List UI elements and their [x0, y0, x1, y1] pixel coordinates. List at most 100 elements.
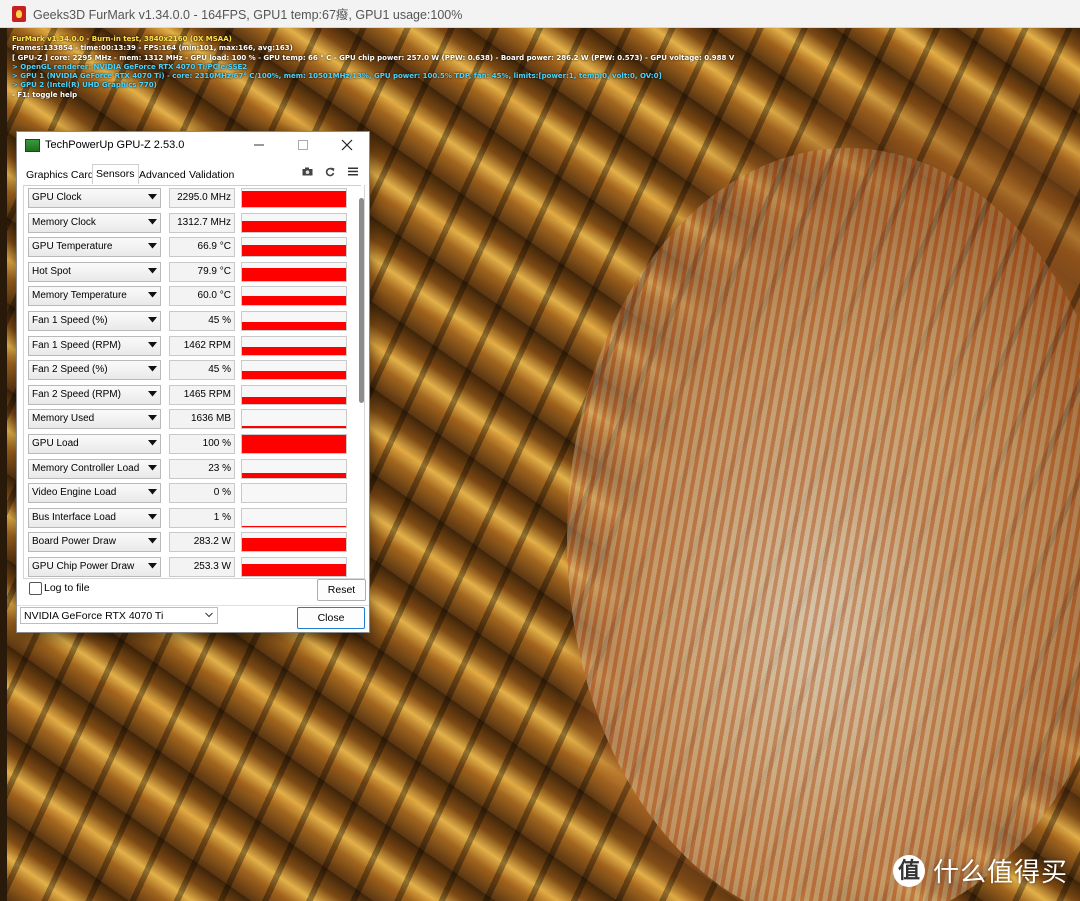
sensor-name-dropdown[interactable]: Memory Used [28, 409, 161, 430]
overlay-line: > GPU 2 (Intel(R) UHD Graphics 770) [12, 81, 157, 90]
sensor-value: 253.3 W [169, 557, 235, 577]
close-button[interactable]: Close [297, 607, 365, 629]
sensor-name: Memory Clock [32, 216, 96, 228]
sensor-value: 66.9 °C [169, 237, 235, 258]
sensor-value: 23 % [169, 458, 235, 479]
minimize-button[interactable] [237, 132, 281, 158]
sensor-graph [241, 532, 347, 553]
tab-advanced[interactable]: Advanced [139, 167, 186, 183]
sensor-name-dropdown[interactable]: Video Engine Load [28, 483, 161, 504]
sensor-graph [241, 557, 347, 577]
log-to-file-label[interactable]: Log to file [44, 582, 90, 594]
close-icon [341, 139, 353, 151]
sensor-name: Hot Spot [32, 265, 71, 277]
sensor-name-dropdown[interactable]: GPU Chip Power Draw [28, 557, 161, 577]
gpuz-titlebar[interactable]: TechPowerUp GPU-Z 2.53.0 [17, 132, 369, 158]
sensor-name: GPU Clock [32, 192, 82, 203]
tab-sensors[interactable]: Sensors [92, 164, 139, 184]
sensor-value: 45 % [169, 360, 235, 381]
sensor-graph-fill [242, 435, 346, 453]
log-to-file-checkbox[interactable] [29, 582, 42, 595]
sensor-value: 45 % [169, 311, 235, 331]
sensor-value: 1312.7 MHz [169, 212, 235, 233]
watermark: 值 什么值得买 [892, 852, 1068, 889]
furmark-window-title: Geeks3D FurMark v1.34.0.0 - 164FPS, GPU1… [33, 8, 463, 22]
sensor-name-dropdown[interactable]: Memory Controller Load [28, 458, 161, 479]
dropdown-arrow-icon [148, 410, 157, 428]
sensor-row: GPU Clock 2295.0 MHz [28, 188, 358, 210]
sensor-graph-fill [242, 268, 346, 281]
overlay-line: [ GPU-Z ] core: 2295 MHz - mem: 1312 MHz… [12, 53, 735, 62]
furmark-titlebar: Geeks3D FurMark v1.34.0.0 - 164FPS, GPU1… [0, 0, 1080, 28]
sensor-graph-fill [242, 425, 346, 429]
sensor-graph-fill [242, 321, 346, 330]
window-close-button[interactable] [325, 132, 369, 158]
sensor-name-dropdown[interactable]: Board Power Draw [28, 532, 161, 553]
sensor-name-dropdown[interactable]: GPU Temperature [28, 237, 161, 258]
sensor-value: 1465 RPM [169, 384, 235, 405]
camera-icon[interactable] [302, 167, 313, 179]
refresh-icon[interactable] [325, 167, 335, 180]
menu-icon[interactable] [348, 167, 358, 179]
overlay-line: Frames:133854 - time:00:13:39 - FPS:164 … [12, 44, 293, 53]
sensor-name-dropdown[interactable]: Fan 1 Speed (%) [28, 311, 161, 331]
sensor-row: Board Power Draw 283.2 W [28, 532, 358, 554]
maximize-button[interactable] [281, 132, 325, 158]
sensor-value: 1636 MB [169, 409, 235, 430]
sensor-name: Fan 2 Speed (%) [32, 364, 108, 376]
gpu-select-value: NVIDIA GeForce RTX 4070 Ti [24, 610, 164, 622]
sensor-name-dropdown[interactable]: GPU Clock [28, 188, 161, 208]
sensor-row: Memory Clock 1312.7 MHz [28, 212, 358, 235]
tab-graphics-card[interactable]: Graphics Card [26, 167, 94, 183]
dropdown-arrow-icon [148, 435, 157, 453]
sensor-name-dropdown[interactable]: GPU Load [28, 434, 161, 454]
sensor-name-dropdown[interactable]: Bus Interface Load [28, 507, 161, 528]
dropdown-arrow-icon [148, 484, 157, 502]
sensor-name-dropdown[interactable]: Memory Clock [28, 212, 161, 233]
sensor-name-dropdown[interactable]: Fan 1 Speed (RPM) [28, 335, 161, 356]
furmark-overlay-text: FurMark v1.34.0.0 - Burn-in test, 3840x2… [12, 35, 734, 100]
dropdown-arrow-icon [148, 361, 157, 379]
sensor-name-dropdown[interactable]: Fan 2 Speed (%) [28, 360, 161, 381]
sensor-name-dropdown[interactable]: Fan 2 Speed (RPM) [28, 384, 161, 405]
dropdown-arrow-icon [148, 533, 157, 551]
dropdown-arrow-icon [148, 287, 157, 305]
sensor-name-dropdown[interactable]: Hot Spot [28, 261, 161, 282]
sensor-row: Memory Controller Load 23 % [28, 458, 358, 481]
sensor-name: GPU Temperature [32, 241, 113, 253]
sensor-name-dropdown[interactable]: Memory Temperature [28, 286, 161, 307]
furmark-app-icon [12, 5, 26, 22]
sensor-name: Bus Interface Load [32, 511, 116, 523]
sensor-value: 2295.0 MHz [169, 188, 235, 208]
reset-button[interactable]: Reset [317, 579, 366, 601]
sensor-row: Video Engine Load 0 % [28, 483, 358, 505]
sensor-name: Board Power Draw [32, 536, 116, 548]
dropdown-arrow-icon [148, 386, 157, 404]
sensor-graph-fill [242, 371, 346, 380]
sensor-row: Memory Temperature 60.0 °C [28, 286, 358, 308]
sensor-graph-fill [242, 220, 346, 232]
overlay-line: FurMark v1.34.0.0 - Burn-in test, 3840x2… [12, 35, 232, 43]
sensor-graph [241, 212, 347, 233]
sensor-graph-fill [242, 347, 346, 355]
dropdown-arrow-icon [148, 460, 157, 478]
dropdown-arrow-icon [148, 214, 157, 232]
sensor-row: Fan 1 Speed (%) 45 % [28, 311, 358, 333]
sensor-graph [241, 483, 347, 504]
sensor-panel: GPU Clock 2295.0 MHz Memory Clock 1312.7 MH… [23, 185, 365, 579]
sensor-row: GPU Temperature 66.9 °C [28, 237, 358, 259]
tab-validation[interactable]: Validation [189, 167, 234, 183]
sensor-value: 79.9 °C [169, 261, 235, 282]
sensor-value: 1 % [169, 507, 235, 528]
footer-divider [17, 605, 369, 606]
minimize-icon [254, 144, 264, 146]
gpu-select-dropdown[interactable]: NVIDIA GeForce RTX 4070 Ti [20, 607, 218, 624]
sensor-graph-fill [242, 295, 346, 306]
sensor-value: 1462 RPM [169, 335, 235, 356]
sensor-scrollbar[interactable] [359, 198, 364, 403]
gpuz-tabbar: Graphics Card Sensors Advanced Validatio… [17, 164, 369, 186]
sensor-row: Fan 1 Speed (RPM) 1462 RPM [28, 335, 358, 358]
sensor-row: Fan 2 Speed (%) 45 % [28, 360, 358, 382]
sensor-graph [241, 384, 347, 405]
sensor-graph-fill [242, 538, 346, 552]
